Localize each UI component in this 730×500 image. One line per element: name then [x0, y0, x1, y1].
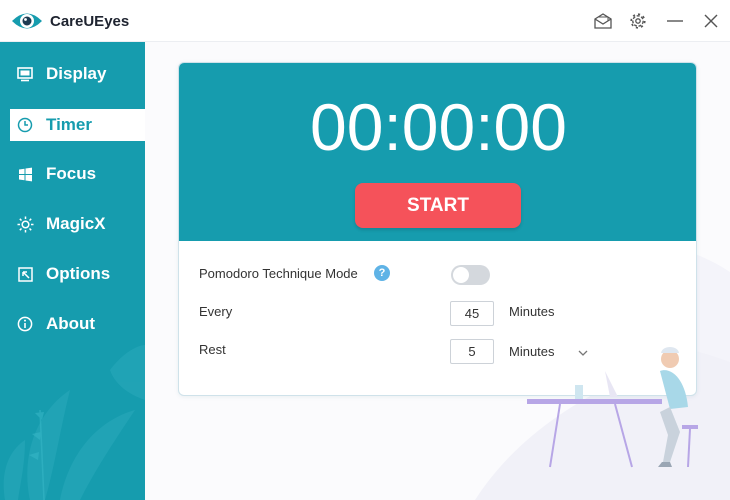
sidebar-item-display[interactable]: Display [10, 58, 145, 90]
pomodoro-label: Pomodoro Technique Mode [199, 266, 358, 281]
main-panel: 00:00:00 START Pomodoro Technique Mode ?… [145, 42, 730, 500]
toggle-knob [453, 267, 469, 283]
mail-icon [594, 13, 612, 29]
minimize-icon [667, 20, 683, 22]
start-button[interactable]: START [355, 183, 521, 228]
sidebar: Display Timer Focus MagicX Options About [0, 42, 145, 500]
every-label: Every [199, 304, 233, 319]
clock-icon [16, 116, 34, 134]
gear-icon [630, 13, 646, 29]
app-title: CareUEyes [50, 13, 130, 30]
sidebar-item-focus[interactable]: Focus [10, 158, 145, 190]
windows-icon [16, 165, 34, 183]
timer-display: 00:00:00 [310, 90, 567, 164]
sidebar-item-options[interactable]: Options [10, 258, 145, 290]
minimize-button[interactable] [663, 9, 687, 33]
timer-header: 00:00:00 START [179, 63, 696, 241]
monitor-icon [16, 65, 34, 83]
rest-minutes-input[interactable] [450, 339, 494, 364]
every-minutes-input[interactable] [450, 301, 494, 326]
eye-logo-icon [12, 13, 42, 29]
options-icon [16, 265, 34, 283]
sidebar-item-label: Timer [46, 115, 92, 134]
help-icon[interactable]: ? [374, 265, 390, 281]
desk-illustration [527, 347, 698, 468]
sidebar-item-label: MagicX [46, 214, 106, 233]
sidebar-item-label: Display [46, 64, 107, 83]
leaf-decoration [3, 345, 145, 500]
settings-button[interactable] [626, 9, 650, 33]
title-bar: CareUEyes [0, 0, 730, 42]
rest-label: Rest [199, 342, 226, 357]
sidebar-item-magicx[interactable]: MagicX [10, 208, 145, 240]
close-button[interactable] [699, 9, 723, 33]
sidebar-item-label: Focus [46, 164, 97, 183]
every-unit-label: Minutes [509, 304, 555, 319]
sidebar-item-label: Options [46, 264, 111, 283]
sun-icon [16, 215, 34, 233]
feedback-mail-button[interactable] [591, 9, 615, 33]
close-icon [704, 14, 718, 28]
sidebar-item-timer[interactable]: Timer [10, 109, 145, 141]
pomodoro-toggle[interactable] [451, 265, 490, 285]
